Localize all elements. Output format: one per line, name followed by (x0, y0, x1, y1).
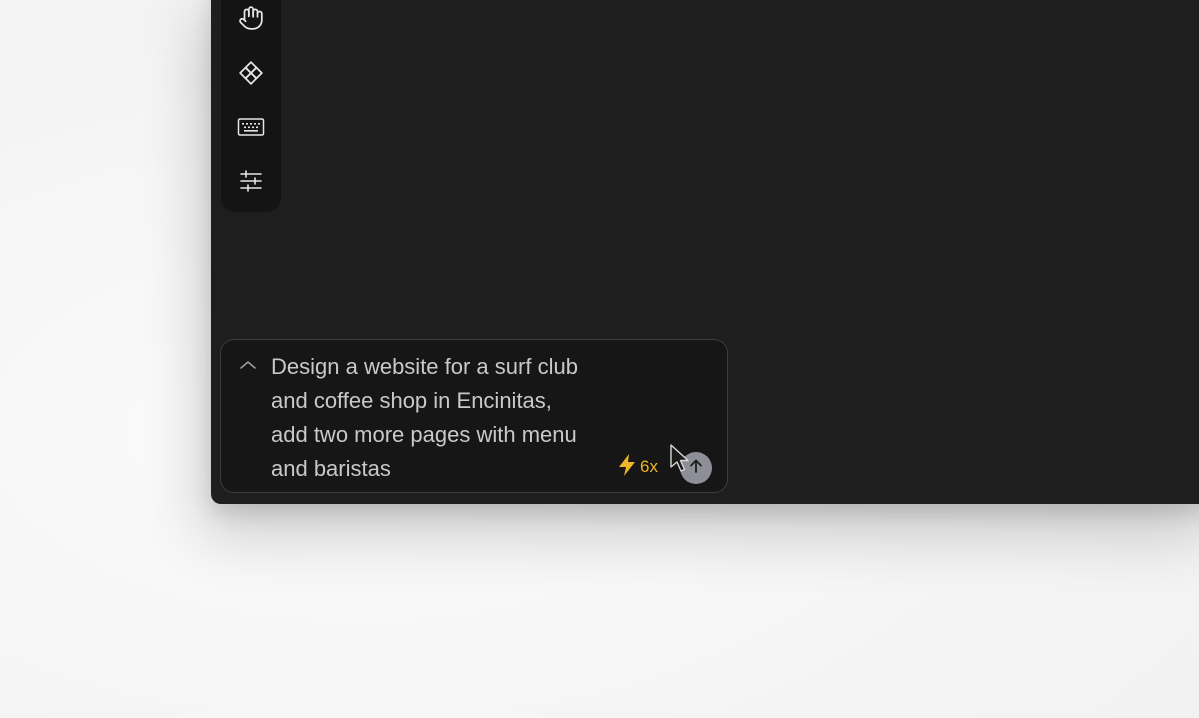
send-button[interactable] (680, 452, 712, 484)
prompt-box[interactable]: Design a website for a surf club and cof… (220, 339, 728, 493)
credits-label: 6x (640, 457, 658, 476)
hand-tool-button[interactable] (235, 2, 267, 34)
prompt-text[interactable]: Design a website for a surf club and cof… (271, 350, 616, 486)
hand-icon (238, 5, 264, 31)
component-tool-button[interactable] (235, 57, 267, 89)
lightning-icon (616, 453, 638, 482)
keyboard-tool-button[interactable] (235, 111, 267, 143)
expand-prompt-button[interactable] (238, 359, 258, 375)
arrow-up-icon (688, 458, 704, 479)
settings-tool-button[interactable] (235, 165, 267, 197)
page: Design a website for a surf club and cof… (0, 0, 1199, 718)
sliders-icon (239, 169, 263, 193)
vertical-toolbar (221, 0, 281, 212)
credits-indicator: 6x (616, 453, 658, 482)
component-diamond-icon (238, 60, 264, 86)
chevron-up-icon (239, 358, 257, 376)
keyboard-icon (237, 116, 265, 138)
